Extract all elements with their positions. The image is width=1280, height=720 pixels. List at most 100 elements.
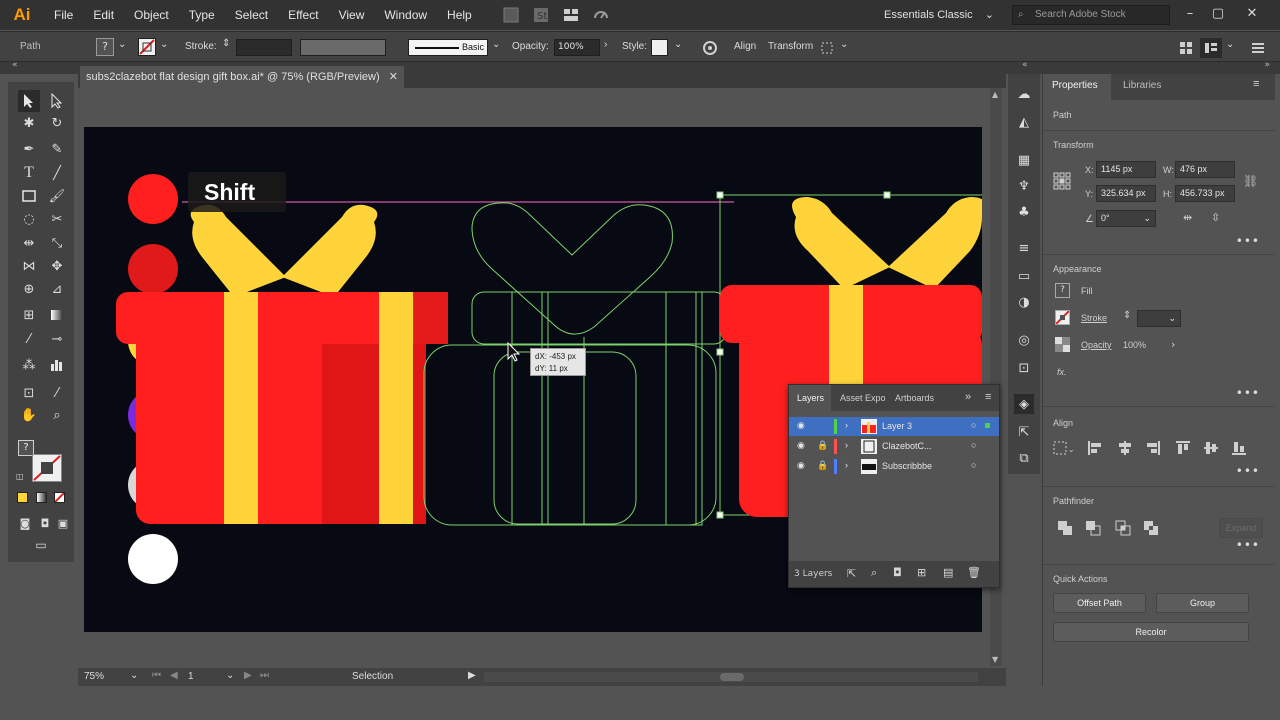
close-window-icon[interactable]: ✕ [1242,4,1262,24]
panel-menu-icon[interactable]: ≡ [1253,78,1259,90]
recolor-button[interactable]: Recolor [1053,622,1249,642]
locate-object-icon[interactable]: ⌕ [871,566,877,580]
horizontal-scrollbar[interactable] [484,672,978,682]
chevron-down-icon[interactable]: ⌄ [130,670,138,681]
color-guide-icon[interactable]: ☁ [1014,84,1034,104]
chevron-down-icon[interactable]: ⌄ [160,39,168,50]
graphic-style-swatch[interactable] [651,39,668,56]
perspective-grid-tool-icon[interactable]: ⊿ [46,278,68,300]
visibility-eye-icon[interactable]: ◉ [797,440,805,451]
tab-layers[interactable]: Layers [797,393,824,403]
tab-properties[interactable]: Properties [1052,80,1098,91]
expand-layer-icon[interactable]: › [845,460,848,470]
minimize-icon[interactable]: – [1180,4,1200,24]
paintbrush-tool-icon[interactable]: 🖌 [46,185,68,207]
collapse-icon[interactable]: « [1022,60,1028,70]
align-top-icon[interactable] [1175,440,1191,456]
scroll-thumb[interactable] [720,673,744,681]
menu-select[interactable]: Select [225,8,278,22]
align-horizontal-center-icon[interactable] [1117,440,1133,456]
artboard-number[interactable]: 1 [188,671,194,682]
stroke-color-box[interactable] [32,454,62,482]
width-tool-icon[interactable]: ⋈ [18,255,40,277]
arrange-documents-icon[interactable] [562,6,580,24]
intersect-icon[interactable] [1115,520,1131,536]
align-to-selection-icon[interactable]: ⌄ [1053,440,1075,456]
menu-edit[interactable]: Edit [83,8,124,22]
menu-window[interactable]: Window [374,8,437,22]
more-options-icon[interactable]: ••• [1236,386,1260,400]
menu-type[interactable]: Type [179,8,225,22]
stroke-stepper[interactable]: ⇕ [222,38,230,49]
first-artboard-icon[interactable]: ⏮ [152,670,161,681]
layer-row[interactable]: ◉ 🔒 › Subscribbbe ○ [789,457,999,476]
symbols-icon[interactable]: ♣ [1014,202,1034,222]
default-colors-icon[interactable]: ◫ [16,472,24,481]
offset-path-button[interactable]: Offset Path [1053,593,1146,613]
puppet-warp-tool-icon[interactable]: ✥ [46,255,68,277]
minus-front-icon[interactable] [1085,520,1101,536]
panel-overflow-icon[interactable]: » [965,391,971,403]
align-link[interactable]: Align [734,41,756,52]
draw-normal-icon[interactable]: ◙ [14,512,36,534]
chevron-down-icon[interactable]: ⌄ [118,39,126,50]
last-artboard-icon[interactable]: ⏭ [260,670,269,681]
draw-inside-icon[interactable]: ▣ [52,512,74,534]
height-field[interactable]: 456.733 px [1175,185,1235,202]
pen-tool-icon[interactable]: ✒ [18,138,40,160]
constrain-proportions-icon[interactable]: ⛓ [1243,174,1258,188]
bridge-icon[interactable] [502,6,520,24]
chevron-down-icon[interactable]: ⌄ [226,670,234,681]
maximize-icon[interactable]: ▢ [1208,4,1228,24]
scale-tool-icon[interactable]: ⤡ [46,232,68,254]
workspace-switcher[interactable]: Essentials Classic ⌄ [884,5,996,25]
zoom-tool-icon[interactable]: ⌕ [46,404,68,426]
type-tool-icon[interactable]: T [18,162,40,184]
menu-file[interactable]: File [44,8,83,22]
gpu-performance-icon[interactable] [592,6,610,24]
expand-icon[interactable]: » [1264,60,1270,70]
stock-icon[interactable]: St [532,6,550,24]
screen-mode-icon[interactable]: ▭ [30,534,52,556]
gradient-tool-icon[interactable] [46,304,68,326]
visibility-eye-icon[interactable]: ◉ [797,420,805,431]
transparency-panel-icon[interactable]: ◑ [1014,292,1034,312]
slice-tool-icon[interactable]: ⁄ [46,382,68,404]
new-sublayer-icon[interactable]: ⊞ [917,566,926,579]
isolate-icon[interactable] [819,40,835,56]
lasso-tool-icon[interactable]: ↻ [46,112,68,134]
blend-tool-icon[interactable]: ⊸ [46,328,68,350]
graphic-styles-icon[interactable]: ⊡ [1014,358,1034,378]
fill-swatch[interactable]: ? [96,38,114,56]
expand-layer-icon[interactable]: › [845,440,848,450]
reflect-tool-icon[interactable]: ⇹ [18,232,40,254]
unite-icon[interactable] [1057,520,1073,536]
asset-export-icon[interactable]: ⇱ [1014,422,1034,442]
lock-icon[interactable]: 🔒 [817,440,828,451]
brush-definition[interactable]: Basic [408,39,488,56]
panel-menu-icon[interactable] [1178,40,1194,56]
shaper-tool-icon[interactable]: ◌ [18,208,40,230]
fx-label[interactable]: fx. [1057,367,1067,377]
new-layer-icon[interactable]: ▤ [943,566,953,579]
trash-icon[interactable]: 🗑 [967,566,981,579]
line-tool-icon[interactable]: ╱ [46,162,68,184]
scroll-up-icon[interactable]: ▲ [992,90,998,99]
collapse-icon[interactable]: « [12,60,18,70]
x-field[interactable]: 1145 px [1096,161,1156,178]
fill-swatch[interactable]: ? [1055,283,1070,298]
align-bottom-icon[interactable] [1231,440,1247,456]
chevron-down-icon[interactable]: ⌄ [674,39,682,50]
none-mode-icon[interactable] [54,492,65,503]
visibility-eye-icon[interactable]: ◉ [797,460,805,471]
rotate-field[interactable]: 0° ⌄ [1096,210,1156,227]
align-vertical-center-icon[interactable] [1203,440,1219,456]
align-left-icon[interactable] [1087,440,1103,456]
menu-object[interactable]: Object [124,8,179,22]
stroke-panel-icon[interactable]: ≡ [1014,238,1034,258]
tab-artboards[interactable]: Artboards [895,393,934,403]
swatches-icon[interactable]: ▦ [1014,150,1034,170]
transform-link[interactable]: Transform [768,41,813,52]
recolor-artwork-icon[interactable] [702,40,718,56]
next-artboard-icon[interactable]: ▶ [244,670,252,681]
